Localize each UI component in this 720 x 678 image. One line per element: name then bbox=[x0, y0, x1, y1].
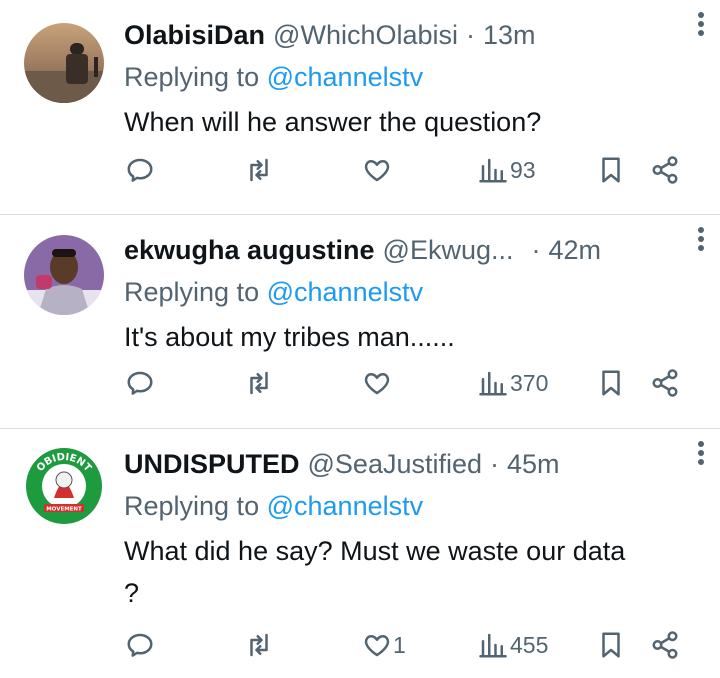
replying-prefix: Replying to bbox=[124, 62, 260, 92]
timestamp[interactable]: 42m bbox=[549, 235, 602, 266]
user-handle[interactable]: @Ekwug... bbox=[383, 235, 514, 266]
reply-icon bbox=[127, 633, 153, 657]
views-icon bbox=[479, 371, 507, 396]
logo-text-bottom: MOVEMENT bbox=[46, 507, 82, 513]
bookmark-button[interactable] bbox=[596, 150, 626, 190]
avatar[interactable] bbox=[24, 235, 104, 315]
bookmark-icon bbox=[602, 632, 620, 658]
replying-to: Replying to @channelstv bbox=[124, 270, 698, 314]
avatar[interactable]: OBIDIENT MOVEMENT bbox=[24, 446, 104, 526]
separator-dot: · bbox=[531, 234, 541, 265]
share-icon bbox=[652, 156, 678, 184]
replying-to: Replying to @channelstv bbox=[124, 55, 698, 99]
like-button[interactable]: 1 bbox=[362, 625, 406, 665]
bookmark-icon bbox=[602, 157, 620, 183]
views-icon bbox=[479, 158, 507, 183]
like-icon bbox=[364, 160, 390, 182]
tweet-item[interactable]: OBIDIENT MOVEMENT UNDISPUTED @SeaJustifi… bbox=[0, 429, 720, 678]
retweet-button[interactable] bbox=[244, 150, 274, 190]
like-button[interactable] bbox=[362, 150, 393, 190]
views-count: 455 bbox=[510, 631, 549, 658]
views-button[interactable]: 93 bbox=[478, 150, 536, 190]
retweet-icon bbox=[250, 371, 268, 395]
more-icon[interactable] bbox=[686, 437, 716, 469]
retweet-icon bbox=[250, 633, 268, 657]
separator-dot: · bbox=[490, 448, 500, 479]
reply-mention-link[interactable]: @channelstv bbox=[267, 491, 424, 521]
share-icon bbox=[652, 369, 678, 397]
tweet-text: When will he answer the question? bbox=[124, 107, 542, 137]
retweet-button[interactable] bbox=[244, 363, 274, 403]
display-name[interactable]: UNDISPUTED bbox=[124, 449, 300, 480]
tweet-item[interactable]: ekwugha augustine @Ekwug... · 42m Replyi… bbox=[0, 215, 720, 429]
tweet-item[interactable]: OlabisiDan @WhichOlabisi · 13m Replying … bbox=[0, 0, 720, 215]
views-button[interactable]: 455 bbox=[478, 625, 548, 665]
reply-mention-link[interactable]: @channelstv bbox=[267, 277, 424, 307]
reply-button[interactable] bbox=[125, 625, 155, 665]
replying-prefix: Replying to bbox=[124, 277, 260, 307]
share-button[interactable] bbox=[650, 363, 680, 403]
like-icon bbox=[364, 373, 390, 395]
bookmark-icon bbox=[602, 370, 620, 396]
bookmark-button[interactable] bbox=[596, 363, 626, 403]
user-handle[interactable]: @WhichOlabisi bbox=[273, 20, 458, 51]
views-count: 93 bbox=[510, 156, 536, 183]
retweet-button[interactable] bbox=[244, 625, 274, 665]
timestamp[interactable]: 45m bbox=[507, 449, 560, 480]
like-count: 1 bbox=[393, 631, 406, 658]
more-icon[interactable] bbox=[686, 223, 716, 255]
views-button[interactable]: 370 bbox=[478, 363, 548, 403]
tweet-header: UNDISPUTED @SeaJustified · 45m bbox=[124, 444, 698, 484]
reply-feed: OlabisiDan @WhichOlabisi · 13m Replying … bbox=[0, 0, 720, 678]
user-handle[interactable]: @SeaJustified bbox=[308, 449, 483, 480]
views-icon bbox=[479, 633, 507, 658]
tweet-header: ekwugha augustine @Ekwug... · 42m bbox=[124, 230, 698, 270]
reply-button[interactable] bbox=[125, 363, 155, 403]
bookmark-button[interactable] bbox=[596, 625, 626, 665]
like-button[interactable] bbox=[362, 363, 393, 403]
views-count: 370 bbox=[510, 369, 549, 396]
replying-to: Replying to @channelstv bbox=[124, 484, 698, 528]
share-icon bbox=[652, 631, 678, 659]
display-name[interactable]: OlabisiDan bbox=[124, 20, 265, 51]
share-button[interactable] bbox=[650, 150, 680, 190]
separator-dot: · bbox=[466, 19, 475, 50]
tweet-text: What did he say? Must we waste our data … bbox=[124, 536, 626, 608]
tweet-text: It's about my tribes man...... bbox=[124, 322, 455, 352]
reply-icon bbox=[127, 158, 153, 182]
like-icon bbox=[364, 635, 390, 657]
more-icon[interactable] bbox=[686, 8, 716, 40]
timestamp[interactable]: 13m bbox=[483, 20, 536, 51]
retweet-icon bbox=[250, 158, 268, 182]
replying-prefix: Replying to bbox=[124, 491, 260, 521]
tweet-header: OlabisiDan @WhichOlabisi · 13m bbox=[124, 15, 698, 55]
reply-mention-link[interactable]: @channelstv bbox=[267, 62, 424, 92]
display-name[interactable]: ekwugha augustine bbox=[124, 235, 375, 266]
avatar[interactable] bbox=[24, 23, 104, 103]
reply-button[interactable] bbox=[125, 150, 155, 190]
share-button[interactable] bbox=[650, 625, 680, 665]
reply-icon bbox=[127, 371, 153, 395]
